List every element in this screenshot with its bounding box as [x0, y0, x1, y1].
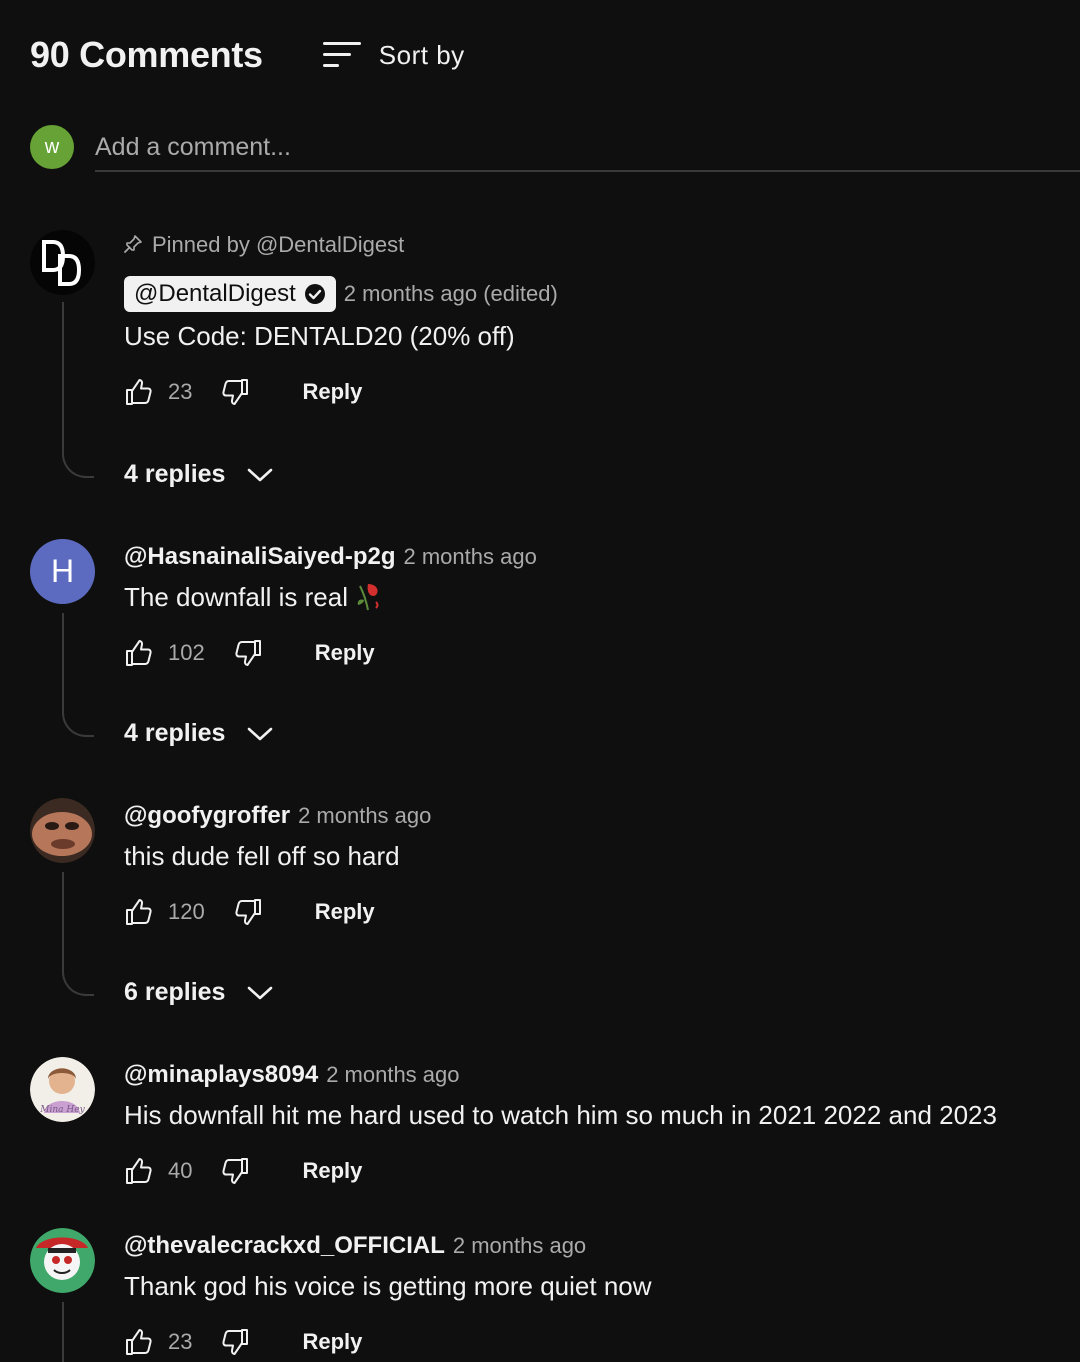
sort-icon [322, 41, 361, 69]
comment-item: Pinned by @DentalDigest @DentalDigest 2 … [30, 230, 1080, 500]
view-replies-button[interactable]: 6 replies [124, 978, 273, 1007]
comment-time: 2 months ago [452, 1233, 587, 1258]
reply-button[interactable]: Reply [302, 1158, 362, 1184]
like-count: 23 [168, 1329, 193, 1354]
reply-button[interactable]: Reply [302, 1329, 362, 1355]
comment-text: this dude fell off so hard [124, 840, 400, 871]
comment-time: 2 months ago [403, 544, 537, 569]
comment-author-handle[interactable]: @minaplays8094 [124, 1061, 318, 1089]
comment-item: H @HasnainaliSaiyed-p2g 2 months ago The… [30, 539, 1080, 769]
like-count: 23 [168, 379, 193, 404]
like-icon[interactable] [124, 639, 152, 667]
like-icon[interactable] [124, 378, 152, 406]
avatar[interactable] [30, 1228, 95, 1293]
comment-item: @goofygroffer 2 months ago this dude fel… [30, 798, 1080, 1028]
view-replies-button[interactable]: 4 replies [124, 460, 273, 489]
author-handle-text: @DentalDigest [134, 280, 296, 307]
add-comment-input[interactable] [95, 125, 1080, 172]
chevron-down-icon [247, 726, 273, 742]
like-count: 120 [168, 899, 205, 924]
thread-line [62, 1302, 94, 1362]
comment-text: His downfall hit me hard used to watch h… [124, 1099, 997, 1130]
comment-author-handle[interactable]: @DentalDigest [124, 276, 336, 312]
avatar[interactable] [30, 230, 95, 295]
comment-time: 2 months ago [298, 803, 432, 828]
comment-text: Use Code: DENTALD20 (20% off) [124, 320, 515, 351]
replies-label: 6 replies [124, 978, 226, 1006]
like-count: 102 [168, 640, 205, 665]
dislike-icon[interactable] [222, 1328, 250, 1356]
verified-check-icon [304, 283, 326, 305]
reply-button[interactable]: Reply [302, 379, 362, 405]
user-avatar: w [30, 125, 74, 169]
dislike-icon[interactable] [235, 639, 263, 667]
comment-author-handle[interactable]: @HasnainaliSaiyed-p2g [124, 543, 396, 571]
sort-button[interactable]: Sort by [322, 39, 465, 71]
thread-line [62, 302, 94, 478]
pin-icon [124, 235, 142, 255]
comment-item: Mina Hey @minaplays8094 2 months ago His… [30, 1057, 1080, 1207]
view-replies-button[interactable]: 4 replies [124, 719, 273, 748]
sort-label: Sort by [378, 39, 465, 70]
avatar-caption: Mina Hey [40, 1105, 85, 1115]
thread-line [62, 872, 94, 996]
pinned-indicator: Pinned by @DentalDigest [124, 230, 1060, 260]
reply-button[interactable]: Reply [315, 899, 375, 925]
pinned-label: Pinned by @DentalDigest [152, 232, 405, 257]
wilted-rose-icon [354, 582, 382, 612]
avatar[interactable] [30, 798, 95, 863]
replies-label: 4 replies [124, 460, 226, 488]
comment-item: @thevalecrackxd_OFFICIAL 2 months ago Th… [30, 1228, 1080, 1362]
like-icon[interactable] [124, 1328, 152, 1356]
dislike-icon[interactable] [222, 1157, 250, 1185]
like-icon[interactable] [124, 1157, 152, 1185]
avatar-letter: H [50, 553, 75, 589]
avatar[interactable]: H [30, 539, 95, 604]
like-count: 40 [168, 1158, 193, 1183]
comment-text: The downfall is real [124, 581, 348, 612]
thread-line [62, 613, 94, 737]
reply-button[interactable]: Reply [315, 640, 375, 666]
like-icon[interactable] [124, 898, 152, 926]
chevron-down-icon [247, 467, 273, 483]
comment-author-handle[interactable]: @thevalecrackxd_OFFICIAL [124, 1232, 445, 1260]
comments-count: 90 Comments [30, 34, 263, 75]
comment-author-handle[interactable]: @goofygroffer [124, 802, 290, 830]
chevron-down-icon [247, 985, 273, 1001]
comment-time: 2 months ago (edited) [343, 281, 558, 306]
comment-time: 2 months ago [326, 1062, 460, 1087]
dislike-icon[interactable] [235, 898, 263, 926]
add-comment-row: w [30, 125, 1080, 175]
replies-label: 4 replies [124, 719, 226, 747]
avatar[interactable]: Mina Hey [30, 1057, 95, 1122]
comments-header: 90 Comments Sort by [30, 30, 465, 80]
comment-text: Thank god his voice is getting more quie… [124, 1270, 652, 1301]
dislike-icon[interactable] [222, 378, 250, 406]
